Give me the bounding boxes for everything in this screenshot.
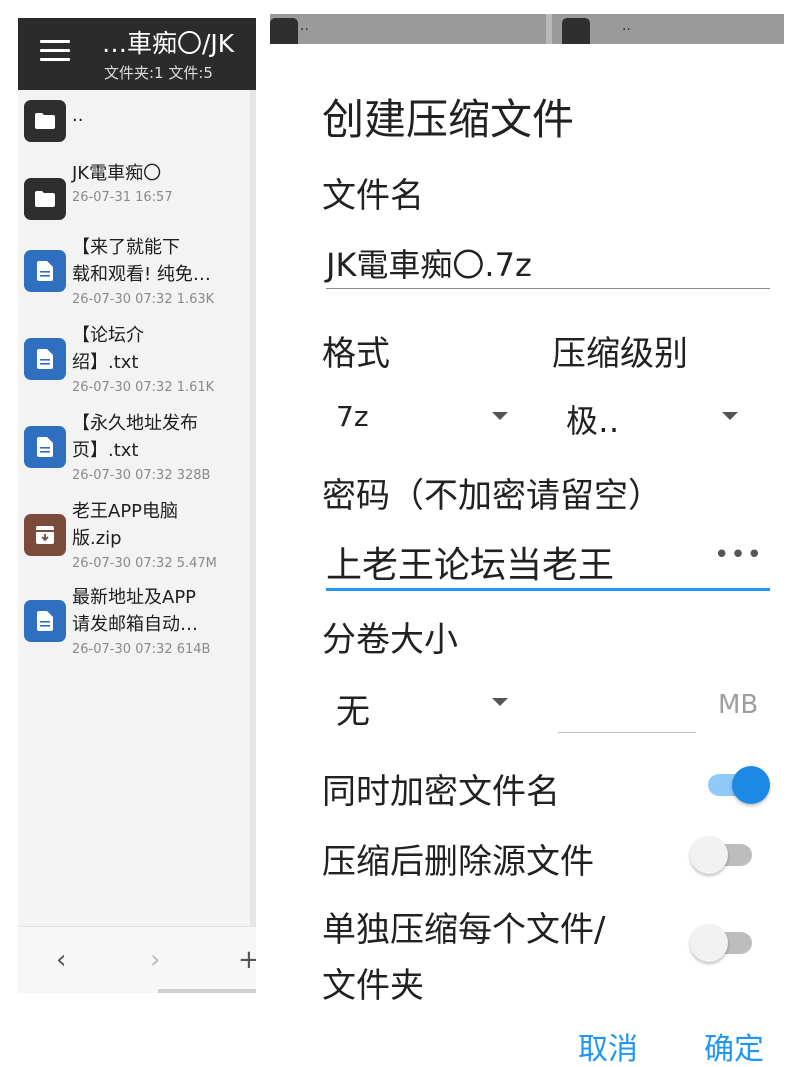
folder-icon xyxy=(24,178,66,220)
folder-icon xyxy=(270,18,298,44)
toggle-thumb xyxy=(690,924,728,962)
separate-archive-toggle[interactable] xyxy=(690,922,758,962)
scroll-indicator xyxy=(158,989,256,993)
file-meta: 26-07-30 07:32 1.61K xyxy=(72,380,215,395)
background-strip: .. .. xyxy=(270,14,784,44)
file-item[interactable]: 最新地址及APP 请发邮箱自动… 26-07-30 07:32 614B xyxy=(18,584,250,662)
dialog-actions: 取消 确定 xyxy=(270,1024,800,1067)
panel-divider xyxy=(250,90,256,940)
password-underline xyxy=(326,588,770,591)
file-name: 【永久地址发布 页】.txt xyxy=(72,413,198,461)
file-meta: 26-07-30 07:32 328B xyxy=(72,468,211,483)
filename-label: 文件名 xyxy=(322,176,424,216)
document-icon xyxy=(24,338,66,380)
file-browser-panel: …車痴〇/JK 文件夹:1 文件:5 .. JK電車痴〇 26-07-31 16… xyxy=(18,18,256,993)
dropdown-arrow-icon[interactable] xyxy=(722,412,738,420)
confirm-button[interactable]: 确定 xyxy=(704,1024,764,1067)
file-item[interactable]: 【来了就能下 载和观看! 纯免… 26-07-30 07:32 1.63K xyxy=(18,234,250,312)
separate-archive-label: 单独压缩每个文件/ 文件夹 xyxy=(322,910,606,1006)
archive-icon xyxy=(24,514,66,556)
dropdown-arrow-icon[interactable] xyxy=(492,412,508,420)
encrypt-filenames-label: 同时加密文件名 xyxy=(322,772,560,812)
format-select[interactable]: 7z xyxy=(336,400,369,433)
folder-icon xyxy=(24,100,66,142)
parent-dots: .. xyxy=(300,18,309,34)
file-list: .. JK電車痴〇 26-07-31 16:57 【来了就能下 载和观看! 纯免… xyxy=(18,90,250,940)
create-archive-dialog: 创建压缩文件 文件名 JK電車痴〇.7z 格式 压缩级别 7z 极‥ 密码（不加… xyxy=(270,44,800,1067)
file-name: 【来了就能下 载和观看! 纯免… xyxy=(72,237,211,285)
divider xyxy=(546,14,552,44)
filename-underline xyxy=(326,288,770,289)
file-item-parent[interactable]: .. xyxy=(18,100,250,148)
file-name: JK電車痴〇 xyxy=(72,163,162,184)
menu-icon[interactable] xyxy=(40,40,70,64)
file-name: .. xyxy=(72,105,84,126)
password-visibility-icon[interactable]: ••• xyxy=(714,540,763,570)
document-icon xyxy=(24,426,66,468)
compression-level-label: 压缩级别 xyxy=(552,334,688,374)
file-item[interactable]: 老王APP电脑 版.zip 26-07-30 07:32 5.47M xyxy=(18,498,250,576)
password-input[interactable]: 上老王论坛当老王 xyxy=(326,536,614,588)
file-meta: 26-07-30 07:32 614B xyxy=(72,642,211,657)
document-icon xyxy=(24,600,66,642)
document-icon xyxy=(24,250,66,292)
delete-source-toggle[interactable] xyxy=(690,834,758,874)
format-label: 格式 xyxy=(322,334,390,374)
filename-input[interactable]: JK電車痴〇.7z xyxy=(326,240,532,286)
forward-button[interactable]: › xyxy=(150,947,160,973)
folder-icon xyxy=(562,18,590,44)
toggle-thumb xyxy=(690,836,728,874)
split-size-label: 分卷大小 xyxy=(322,620,458,660)
file-meta: 26-07-31 16:57 xyxy=(72,190,173,205)
encrypt-filenames-toggle[interactable] xyxy=(702,764,770,804)
file-name: 【论坛介 绍】.txt xyxy=(72,325,144,373)
item-count: 文件夹:1 文件:5 xyxy=(104,64,213,82)
back-button[interactable]: ‹ xyxy=(56,947,66,973)
split-size-select[interactable]: 无 xyxy=(336,684,370,733)
file-meta: 26-07-30 07:32 5.47M xyxy=(72,556,217,571)
dropdown-arrow-icon[interactable] xyxy=(492,698,508,706)
split-size-unit: MB xyxy=(718,690,759,720)
split-size-input[interactable] xyxy=(558,732,696,733)
parent-dots: .. xyxy=(622,18,631,34)
toggle-thumb xyxy=(732,766,770,804)
password-label: 密码（不加密请留空） xyxy=(322,476,662,516)
dialog-title: 创建压缩文件 xyxy=(322,95,575,144)
toolbar: …車痴〇/JK 文件夹:1 文件:5 xyxy=(18,18,256,90)
delete-source-label: 压缩后删除源文件 xyxy=(322,842,594,882)
file-item[interactable]: JK電車痴〇 26-07-31 16:57 xyxy=(18,160,250,220)
file-meta: 26-07-30 07:32 1.63K xyxy=(72,292,215,307)
add-button[interactable]: + xyxy=(238,947,256,973)
compression-level-select[interactable]: 极‥ xyxy=(566,396,619,442)
file-item[interactable]: 【永久地址发布 页】.txt 26-07-30 07:32 328B xyxy=(18,410,250,488)
file-name: 最新地址及APP 请发邮箱自动… xyxy=(72,587,198,635)
bottom-nav: ‹ › + xyxy=(18,926,256,993)
file-name: 老王APP电脑 版.zip xyxy=(72,501,179,549)
cancel-button[interactable]: 取消 xyxy=(578,1024,638,1067)
file-item[interactable]: 【论坛介 绍】.txt 26-07-30 07:32 1.61K xyxy=(18,322,250,400)
current-path: …車痴〇/JK xyxy=(102,29,235,58)
